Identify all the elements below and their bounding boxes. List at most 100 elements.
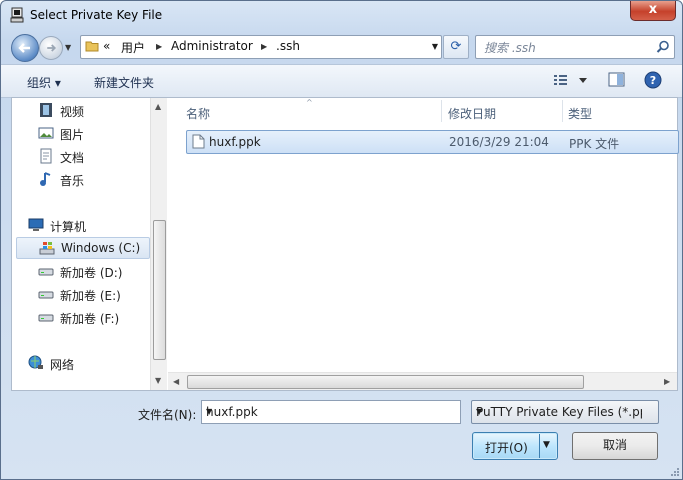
windows-drive-icon bbox=[39, 242, 55, 255]
view-list-icon bbox=[554, 75, 587, 85]
title-bar[interactable]: Select Private Key File x bbox=[1, 1, 682, 31]
preview-pane-icon bbox=[608, 72, 625, 87]
breadcrumb-separator-icon[interactable]: ▶ bbox=[261, 42, 267, 51]
documents-icon bbox=[40, 148, 52, 164]
preview-pane-button[interactable] bbox=[608, 71, 626, 92]
new-folder-button[interactable]: 新建文件夹 bbox=[94, 74, 154, 91]
nav-item-drive-f[interactable]: 新加卷 (F:) bbox=[16, 307, 148, 327]
back-button[interactable] bbox=[11, 34, 39, 62]
file-list: 名称 ^ 修改日期 类型 huxf.ppk 2016/3/29 21:04 PP… bbox=[168, 98, 679, 390]
drive-icon bbox=[38, 268, 54, 276]
breadcrumb-users[interactable]: 用户 bbox=[121, 39, 145, 56]
column-header-name[interactable]: 名称 ^ bbox=[168, 98, 444, 124]
column-header-type[interactable]: 类型 bbox=[564, 98, 674, 124]
file-list-horizontal-scrollbar[interactable]: ◀ ▶ bbox=[168, 372, 677, 390]
recent-locations-dropdown-icon[interactable]: ▼ bbox=[65, 43, 71, 52]
column-divider[interactable] bbox=[562, 100, 563, 122]
navigation-scrollbar[interactable]: ▲ ▼ bbox=[150, 98, 167, 390]
computer-icon bbox=[28, 218, 44, 231]
drive-icon bbox=[38, 314, 54, 322]
forward-button[interactable] bbox=[39, 36, 63, 60]
refresh-icon: ⟳ bbox=[450, 39, 462, 54]
forward-arrow-icon bbox=[47, 44, 57, 52]
scroll-down-icon[interactable]: ▼ bbox=[155, 376, 161, 385]
browser-content: 视频 图片 文档 音乐 计算机 Windows (C:) 新加卷 (D:) 新加… bbox=[11, 97, 679, 391]
nav-item-drive-d[interactable]: 新加卷 (D:) bbox=[16, 261, 148, 281]
scrollbar-thumb[interactable] bbox=[187, 375, 584, 389]
file-icon bbox=[192, 134, 205, 149]
back-arrow-icon bbox=[18, 43, 30, 53]
search-icon[interactable] bbox=[656, 40, 670, 54]
close-button[interactable]: x bbox=[630, 1, 676, 21]
video-icon bbox=[40, 103, 52, 117]
search-placeholder: 搜索 .ssh bbox=[484, 41, 536, 55]
resize-grip-icon[interactable] bbox=[670, 467, 680, 477]
filename-label: 文件名(N): bbox=[138, 408, 197, 422]
file-type-select[interactable]: PuTTY Private Key Files (*.ppk) ▼ bbox=[471, 400, 659, 424]
select-private-key-dialog: Select Private Key File x ▼ « 用户 ▶ Admin… bbox=[0, 0, 683, 480]
open-label: 打开(O) bbox=[485, 441, 528, 455]
filename-field[interactable]: huxf.ppk ▼ bbox=[201, 400, 461, 424]
network-icon bbox=[28, 355, 43, 369]
music-icon bbox=[40, 172, 51, 186]
column-divider[interactable] bbox=[441, 100, 442, 122]
nav-label: 计算机 bbox=[50, 220, 87, 234]
scroll-up-icon[interactable]: ▲ bbox=[155, 102, 161, 111]
scroll-left-icon[interactable]: ◀ bbox=[173, 377, 179, 386]
breadcrumb-administrator[interactable]: Administrator bbox=[171, 39, 253, 53]
file-type: PPK 文件 bbox=[569, 137, 620, 151]
scrollbar-thumb[interactable] bbox=[153, 220, 166, 360]
file-name: huxf.ppk bbox=[209, 135, 261, 149]
nav-label: 新加卷 (E:) bbox=[60, 289, 121, 303]
column-label: 类型 bbox=[568, 107, 593, 121]
nav-label: 图片 bbox=[60, 128, 85, 142]
filename-dropdown-icon[interactable]: ▼ bbox=[206, 407, 456, 416]
file-type-dropdown-icon[interactable]: ▼ bbox=[476, 407, 642, 416]
close-icon: x bbox=[648, 2, 658, 17]
column-label: 名称 bbox=[186, 107, 211, 121]
breadcrumb-ssh[interactable]: .ssh bbox=[276, 39, 300, 53]
navigation-row: ▼ « 用户 ▶ Administrator ▶ .ssh ▼ ⟳ 搜索 .ss… bbox=[1, 31, 682, 63]
cancel-button[interactable]: 取消 bbox=[572, 432, 658, 460]
nav-label: 新加卷 (F:) bbox=[60, 312, 120, 326]
nav-label: 网络 bbox=[50, 358, 75, 372]
cancel-label: 取消 bbox=[602, 438, 627, 452]
scroll-right-icon[interactable]: ▶ bbox=[664, 377, 670, 386]
column-header-date[interactable]: 修改日期 bbox=[444, 98, 564, 124]
breadcrumb-overflow[interactable]: « bbox=[103, 39, 110, 53]
open-button[interactable]: 打开(O) ▼ bbox=[472, 432, 558, 460]
nav-item-videos[interactable]: 视频 bbox=[16, 100, 148, 120]
command-toolbar: 组织 ▾ 新建文件夹 ? bbox=[1, 64, 682, 98]
breadcrumb-separator-icon[interactable]: ▶ bbox=[156, 42, 162, 51]
dialog-footer: 文件名(N): huxf.ppk ▼ PuTTY Private Key Fil… bbox=[1, 390, 682, 479]
help-icon: ? bbox=[644, 71, 662, 89]
nav-item-computer[interactable]: 计算机 bbox=[6, 215, 138, 235]
help-button[interactable]: ? bbox=[644, 71, 662, 92]
nav-label: 音乐 bbox=[60, 174, 85, 188]
sort-ascending-icon: ^ bbox=[306, 98, 313, 107]
address-dropdown-icon[interactable]: ▼ bbox=[432, 42, 438, 51]
refresh-button[interactable]: ⟳ bbox=[443, 35, 469, 59]
organize-menu[interactable]: 组织 ▾ bbox=[27, 74, 61, 91]
putty-app-icon bbox=[10, 7, 24, 23]
view-options-button[interactable] bbox=[553, 71, 587, 92]
nav-item-music[interactable]: 音乐 bbox=[16, 169, 148, 189]
nav-item-drive-c[interactable]: Windows (C:) bbox=[16, 237, 150, 259]
folder-icon bbox=[85, 41, 99, 52]
nav-label: 视频 bbox=[60, 105, 85, 119]
nav-item-documents[interactable]: 文档 bbox=[16, 146, 148, 166]
nav-item-pictures[interactable]: 图片 bbox=[16, 123, 148, 143]
nav-item-drive-e[interactable]: 新加卷 (E:) bbox=[16, 284, 148, 304]
nav-label: 文档 bbox=[60, 151, 85, 165]
nav-label: Windows (C:) bbox=[61, 241, 141, 255]
navigation-pane: 视频 图片 文档 音乐 计算机 Windows (C:) 新加卷 (D:) 新加… bbox=[12, 98, 150, 390]
pictures-icon bbox=[38, 127, 54, 139]
file-row[interactable]: huxf.ppk 2016/3/29 21:04 PPK 文件 bbox=[186, 130, 679, 154]
open-options-dropdown-icon[interactable]: ▼ bbox=[543, 440, 550, 450]
search-input[interactable]: 搜索 .ssh bbox=[475, 35, 675, 59]
column-label: 修改日期 bbox=[448, 107, 497, 121]
nav-item-network[interactable]: 网络 bbox=[6, 353, 138, 373]
address-bar[interactable]: « 用户 ▶ Administrator ▶ .ssh ▼ bbox=[80, 35, 442, 59]
svg-text:?: ? bbox=[650, 74, 656, 87]
drive-icon bbox=[38, 291, 54, 299]
